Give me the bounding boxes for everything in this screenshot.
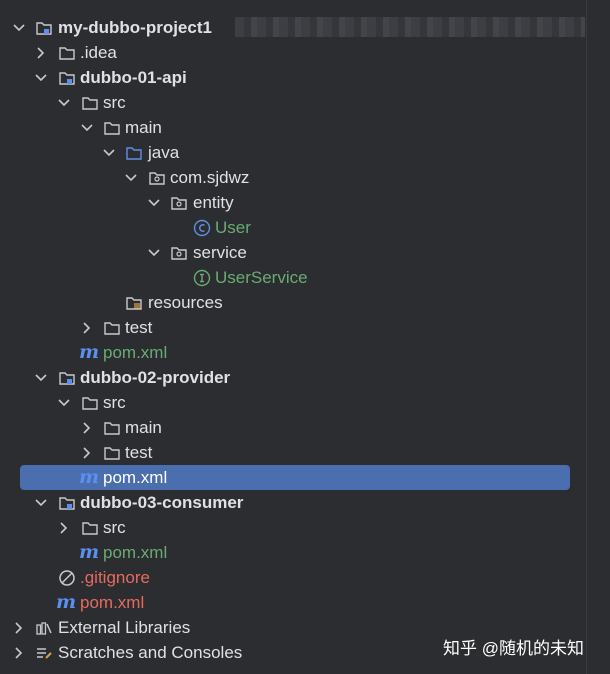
watermark: 知乎 @随机的未知 bbox=[443, 639, 584, 658]
tree-node-resources[interactable]: resources bbox=[0, 290, 586, 315]
tree-node-main[interactable]: main bbox=[0, 415, 586, 440]
maven-icon: m bbox=[78, 541, 100, 563]
chevron-right-icon[interactable] bbox=[34, 40, 48, 65]
chevron-right-icon[interactable] bbox=[12, 640, 26, 665]
chevron-down-icon[interactable] bbox=[57, 90, 71, 115]
tree-node-label: pom.xml bbox=[103, 468, 168, 487]
tree-node-label: main bbox=[125, 118, 162, 137]
module-icon bbox=[57, 365, 77, 390]
tree-node-label: java bbox=[148, 143, 180, 162]
tree-node-label: resources bbox=[148, 293, 223, 312]
folder-icon bbox=[102, 415, 122, 440]
chevron-down-icon[interactable] bbox=[102, 140, 116, 165]
tree-node-label: src bbox=[103, 393, 126, 412]
tree-node-pom-provider-selected[interactable]: m pom.xml bbox=[0, 465, 586, 490]
scratches-icon bbox=[34, 640, 54, 665]
tree-node-label: src bbox=[103, 518, 126, 537]
library-icon bbox=[34, 615, 54, 640]
tree-node-label: entity bbox=[193, 193, 234, 212]
redacted-path bbox=[235, 17, 585, 37]
chevron-down-icon[interactable] bbox=[57, 390, 71, 415]
chevron-right-icon[interactable] bbox=[57, 515, 71, 540]
tree-node-label: pom.xml bbox=[103, 543, 168, 562]
tree-node-gitignore[interactable]: .gitignore bbox=[0, 565, 586, 590]
tree-node-label: main bbox=[125, 418, 162, 437]
tree-node-pom-api[interactable]: m pom.xml bbox=[0, 340, 586, 365]
folder-icon bbox=[80, 515, 100, 540]
tree-node-label: User bbox=[215, 218, 251, 237]
chevron-down-icon[interactable] bbox=[34, 490, 48, 515]
chevron-right-icon[interactable] bbox=[80, 315, 94, 340]
source-folder-icon bbox=[124, 140, 144, 165]
tree-node-label: test bbox=[125, 318, 153, 337]
folder-icon bbox=[102, 115, 122, 140]
chevron-down-icon[interactable] bbox=[12, 15, 26, 40]
tree-node-label: Scratches and Consoles bbox=[58, 643, 243, 662]
interface-icon bbox=[192, 265, 212, 290]
tree-node-module-consumer[interactable]: dubbo-03-consumer bbox=[0, 490, 586, 515]
tree-node-java[interactable]: java bbox=[0, 140, 586, 165]
tree-node-label: test bbox=[125, 443, 153, 462]
tree-node-label: pom.xml bbox=[80, 593, 145, 612]
resources-folder-icon bbox=[124, 290, 144, 315]
tree-node-label: .idea bbox=[80, 43, 117, 62]
chevron-down-icon[interactable] bbox=[34, 65, 48, 90]
package-icon bbox=[147, 165, 167, 190]
tree-node-test[interactable]: test bbox=[0, 315, 586, 340]
tree-node-label: pom.xml bbox=[103, 343, 168, 362]
tree-node-label: .gitignore bbox=[80, 568, 150, 587]
tree-node-entity[interactable]: entity bbox=[0, 190, 586, 215]
tree-node-user-service[interactable]: UserService bbox=[0, 265, 586, 290]
folder-icon bbox=[80, 390, 100, 415]
tree-node-package[interactable]: com.sjdwz bbox=[0, 165, 586, 190]
ignore-icon bbox=[57, 565, 77, 590]
package-icon bbox=[169, 190, 189, 215]
tree-node-module-provider[interactable]: dubbo-02-provider bbox=[0, 365, 586, 390]
chevron-right-icon[interactable] bbox=[80, 415, 94, 440]
tree-node-module-api[interactable]: dubbo-01-api bbox=[0, 65, 586, 90]
tree-node-label: dubbo-01-api bbox=[80, 68, 187, 87]
tree-node-user-class[interactable]: User bbox=[0, 215, 586, 240]
chevron-right-icon[interactable] bbox=[80, 440, 94, 465]
chevron-down-icon[interactable] bbox=[124, 165, 138, 190]
maven-icon: m bbox=[78, 341, 100, 363]
folder-icon bbox=[57, 40, 77, 65]
tree-node-idea[interactable]: .idea bbox=[0, 40, 586, 65]
module-icon bbox=[34, 15, 54, 40]
tree-node-src[interactable]: src bbox=[0, 515, 586, 540]
project-tree: my-dubbo-project1 .idea dubbo-01-api src… bbox=[0, 15, 586, 665]
chevron-down-icon[interactable] bbox=[147, 240, 161, 265]
tree-node-pom-consumer[interactable]: m pom.xml bbox=[0, 540, 586, 565]
maven-icon: m bbox=[78, 466, 100, 488]
tree-node-label: service bbox=[193, 243, 247, 262]
chevron-down-icon[interactable] bbox=[80, 115, 94, 140]
tree-node-pom-root[interactable]: m pom.xml bbox=[0, 590, 586, 615]
folder-icon bbox=[102, 440, 122, 465]
module-icon bbox=[57, 490, 77, 515]
tree-node-main[interactable]: main bbox=[0, 115, 586, 140]
tree-node-label: dubbo-03-consumer bbox=[80, 493, 244, 512]
chevron-down-icon[interactable] bbox=[34, 365, 48, 390]
tree-node-src[interactable]: src bbox=[0, 390, 586, 415]
tree-node-label: External Libraries bbox=[58, 618, 191, 637]
tree-node-label: my-dubbo-project1 bbox=[58, 18, 212, 37]
module-icon bbox=[57, 65, 77, 90]
maven-icon: m bbox=[55, 591, 77, 613]
tree-node-label: UserService bbox=[215, 268, 308, 287]
scrollbar-track[interactable] bbox=[586, 0, 610, 674]
tree-node-label: com.sjdwz bbox=[170, 168, 250, 187]
tree-node-service[interactable]: service bbox=[0, 240, 586, 265]
tree-node-label: src bbox=[103, 93, 126, 112]
chevron-right-icon[interactable] bbox=[12, 615, 26, 640]
tree-node-label: dubbo-02-provider bbox=[80, 368, 231, 387]
tree-node-src[interactable]: src bbox=[0, 90, 586, 115]
tree-node-test[interactable]: test bbox=[0, 440, 586, 465]
folder-icon bbox=[102, 315, 122, 340]
package-icon bbox=[169, 240, 189, 265]
class-icon bbox=[192, 215, 212, 240]
chevron-down-icon[interactable] bbox=[147, 190, 161, 215]
folder-icon bbox=[80, 90, 100, 115]
